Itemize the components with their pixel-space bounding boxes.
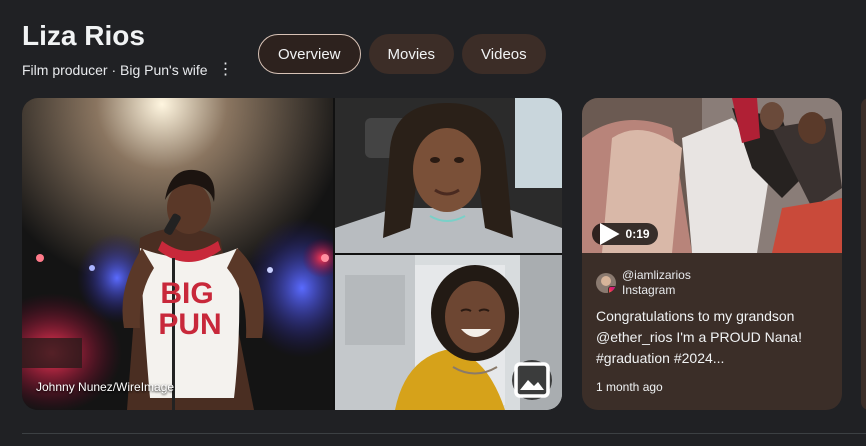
instagram-icon: [608, 286, 616, 293]
image-icon: [514, 362, 550, 398]
video-source: @iamlizarios Instagram: [596, 268, 691, 298]
next-card-peek[interactable]: [861, 98, 866, 410]
platform-name: Instagram: [622, 283, 676, 297]
kebab-menu-icon[interactable]: ⋮: [218, 62, 234, 78]
shirt-text-line2: PUN: [158, 308, 221, 341]
video-card[interactable]: 0:19 @iamlizarios Instagram Congratulati…: [582, 98, 842, 410]
main-photo[interactable]: BIG PUN Johnny Nunez/WireImage: [22, 98, 333, 410]
selfie-photo[interactable]: [335, 98, 562, 253]
image-gallery: BIG PUN Johnny Nunez/WireImage: [22, 98, 562, 410]
tab-bar: Overview Movies Videos: [258, 34, 546, 74]
video-thumbnail[interactable]: 0:19: [582, 98, 842, 253]
play-icon: [600, 223, 620, 245]
subtitle-text: Film producer · Big Pun's wife: [22, 62, 208, 78]
post-age: 1 month ago: [596, 380, 663, 394]
stage-photo-illustration: BIG PUN: [22, 98, 333, 410]
shirt-text-line1: BIG: [160, 277, 213, 310]
duration-badge: 0:19: [592, 223, 658, 245]
entity-subtitle: Film producer · Big Pun's wife ⋮: [22, 62, 234, 79]
avatar: [596, 273, 616, 293]
video-caption: Congratulations to my grandson @ether_ri…: [596, 308, 802, 366]
selfie-illustration: [335, 98, 562, 253]
source-text: @iamlizarios Instagram: [622, 268, 691, 298]
tab-videos[interactable]: Videos: [462, 34, 546, 74]
account-handle: @iamlizarios: [622, 268, 691, 282]
section-divider: [22, 433, 866, 434]
tab-movies[interactable]: Movies: [368, 34, 455, 74]
tab-overview[interactable]: Overview: [258, 34, 361, 74]
images-button[interactable]: [512, 360, 552, 400]
laughing-photo[interactable]: [335, 255, 562, 410]
page-title: Liza Rios: [22, 20, 145, 51]
photo-credit: Johnny Nunez/WireImage: [36, 380, 175, 394]
duration-text: 0:19: [625, 227, 650, 241]
